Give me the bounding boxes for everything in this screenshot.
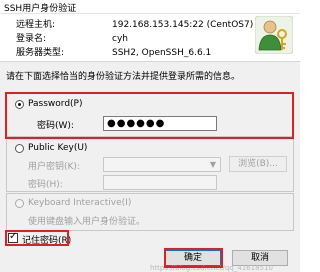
keyboard-interactive-group: Keyboard Interactive(I) 使用键盘输入用户身份验证。: [6, 193, 294, 231]
passphrase-input[interactable]: [103, 175, 217, 190]
instruction-text: 请在下面选择恰当的身份验证方法并提供登录所需的信息。: [6, 72, 241, 82]
login-name-value: cyh: [112, 34, 128, 44]
host-info-panel: 远程主机: 192.168.153.145:22 (CentOS7) 登录名: …: [0, 14, 300, 62]
watermark-text: https://blog.csdn.net/qq_41618510: [150, 264, 273, 272]
keyboard-interactive-description: 使用键盘输入用户身份验证。: [28, 217, 146, 227]
window-title: SSH用户身份验证: [4, 4, 77, 14]
remember-password-label[interactable]: 记住密码(R): [22, 233, 71, 246]
public-key-group: Public Key(U) 用户密钥(K): ▼ 浏览(B)... 密码(H):: [6, 138, 294, 192]
password-group: Password(P) 密码(W): ●●●●●●: [6, 93, 294, 137]
remember-password-checkbox[interactable]: ✓: [8, 231, 18, 243]
remote-host-value: 192.168.153.145:22 (CentOS7): [112, 20, 254, 30]
checkmark-icon: ✓: [9, 231, 18, 242]
password-input[interactable]: ●●●●●●: [103, 116, 217, 131]
password-field-label: 密码(W):: [37, 121, 74, 131]
public-key-option-label[interactable]: Public Key(U): [28, 143, 87, 153]
keyboard-interactive-option-label[interactable]: Keyboard Interactive(I): [28, 198, 131, 208]
remote-host-label: 远程主机:: [16, 20, 56, 30]
password-option-label[interactable]: Password(P): [28, 99, 83, 109]
user-key-label: 用户密钥(K):: [28, 162, 80, 172]
server-type-label: 服务器类型:: [16, 48, 65, 58]
user-key-select[interactable]: ▼: [103, 157, 221, 172]
auth-method-panel: 请在下面选择恰当的身份验证方法并提供登录所需的信息。 Password(P) 密…: [0, 62, 300, 272]
keyboard-interactive-radio[interactable]: [15, 199, 24, 208]
title-bar: SSH用户身份验证: [0, 0, 300, 14]
browse-button[interactable]: 浏览(B)...: [229, 156, 287, 172]
login-name-label: 登录名:: [16, 34, 47, 44]
public-key-radio[interactable]: [15, 144, 24, 153]
passphrase-label: 密码(H):: [28, 180, 63, 190]
keys-user-icon: [255, 16, 293, 54]
server-type-value: SSH2, OpenSSH_6.6.1: [112, 48, 212, 58]
password-radio[interactable]: [15, 100, 24, 109]
chevron-down-icon: ▼: [209, 160, 217, 169]
